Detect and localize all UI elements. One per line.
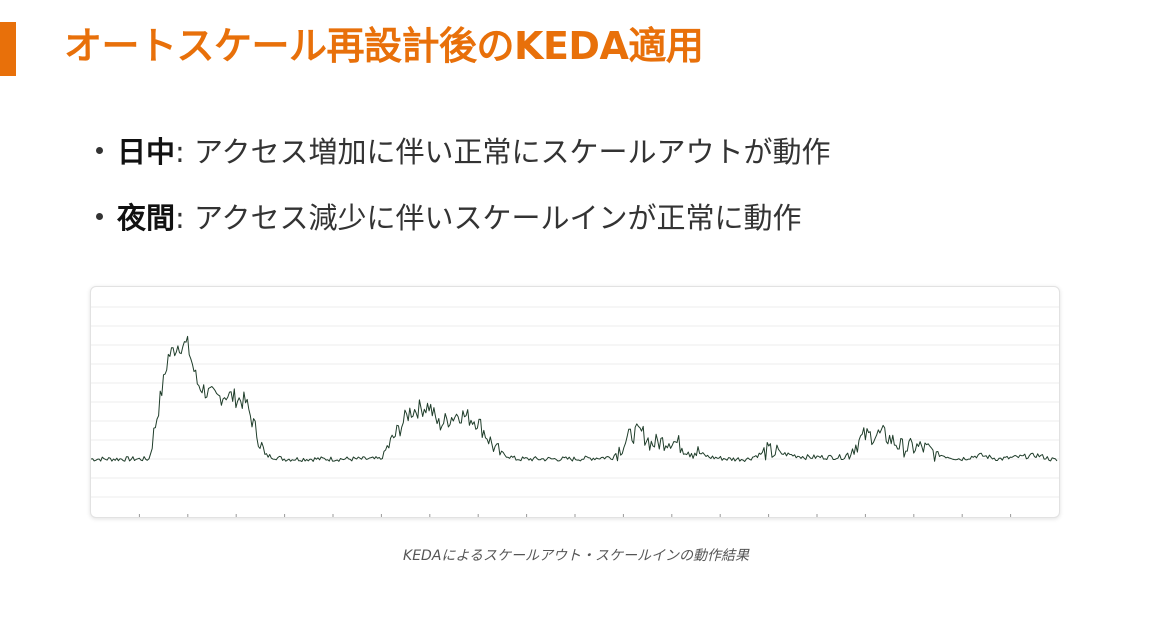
bullet-text: : アクセス増加に伴い正常にスケールアウトが動作 <box>175 135 831 169</box>
scaling-line-chart <box>91 306 1059 517</box>
bullet-label: 日中 <box>117 135 176 169</box>
bullet-dot <box>96 212 103 220</box>
page-title: オートスケール再設計後のKEDA適用 <box>64 24 704 68</box>
bullet-text: : アクセス減少に伴いスケールインが正常に動作 <box>175 201 802 235</box>
title-accent-bar <box>0 22 16 76</box>
bullet-nighttime: 夜間 : アクセス減少に伴いスケールインが正常に動作 <box>96 194 831 238</box>
chart-panel <box>90 286 1060 518</box>
bullet-label: 夜間 <box>117 201 176 235</box>
chart-caption: KEDAによるスケールアウト・スケールインの動作結果 <box>403 548 749 564</box>
bullet-list: 日中 : アクセス増加に伴い正常にスケールアウトが動作 夜間 : アクセス減少に… <box>96 128 831 260</box>
bullet-daytime: 日中 : アクセス増加に伴い正常にスケールアウトが動作 <box>96 128 831 172</box>
bullet-dot <box>96 146 103 154</box>
series-line <box>91 335 1058 462</box>
